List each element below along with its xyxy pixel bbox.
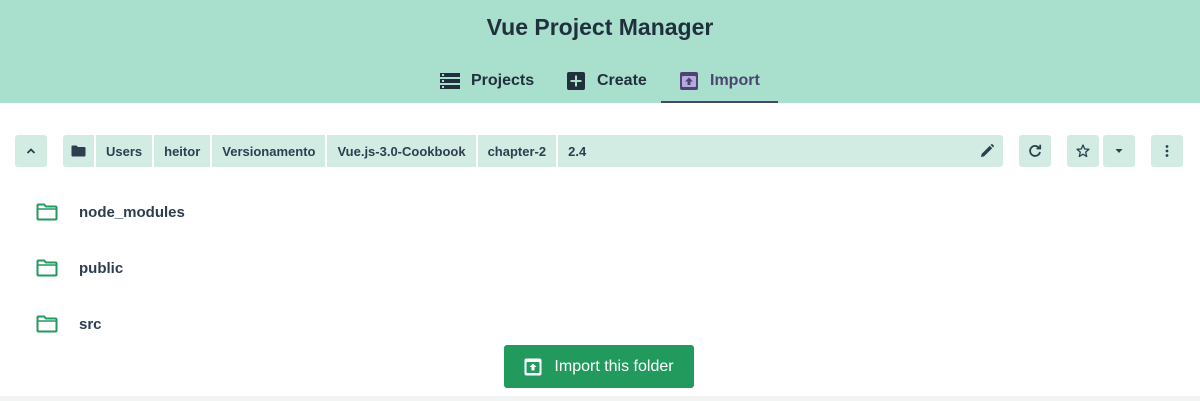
caret-down-icon: [1115, 149, 1123, 153]
breadcrumb-item[interactable]: Vue.js-3.0-Cookbook: [327, 135, 478, 167]
breadcrumb-item[interactable]: Versionamento: [212, 135, 328, 167]
favorites-dropdown-button[interactable]: [1103, 135, 1135, 167]
list-icon: [440, 72, 460, 89]
folder-outline-icon: [36, 315, 58, 333]
refresh-icon: [1029, 144, 1042, 157]
pencil-icon: [981, 144, 994, 157]
star-outline-icon: [1076, 144, 1090, 158]
import-folder-button[interactable]: Import this folder: [504, 345, 694, 388]
tab-import[interactable]: Import: [661, 58, 778, 103]
tab-create-label: Create: [597, 71, 647, 89]
breadcrumb-item-current[interactable]: 2.4: [558, 135, 596, 167]
import-folder-label: Import this folder: [554, 357, 674, 375]
more-options-button[interactable]: [1151, 135, 1183, 167]
file-explorer-toolbar: Users heitor Versionamento Vue.js-3.0-Co…: [0, 135, 1200, 167]
unarchive-icon: [524, 358, 542, 375]
breadcrumb-item[interactable]: chapter-2: [478, 135, 559, 167]
status-bar: [0, 396, 1200, 401]
refresh-button[interactable]: [1019, 135, 1051, 167]
folder-item[interactable]: src: [0, 296, 1200, 352]
chevron-up-icon: [26, 148, 36, 154]
breadcrumb-item[interactable]: Users: [96, 135, 155, 167]
folder-name: src: [79, 315, 102, 333]
tab-bar: Projects Create Import: [0, 58, 1200, 103]
folder-name: public: [79, 259, 124, 277]
tab-import-label: Import: [710, 71, 760, 89]
app-header: Vue Project Manager Projects Create Impo…: [0, 0, 1200, 103]
edit-path-button[interactable]: [977, 141, 997, 161]
parent-folder-button[interactable]: [15, 135, 47, 167]
app-title: Vue Project Manager: [486, 14, 714, 40]
folder-outline-icon: [36, 203, 58, 221]
folder-outline-icon: [36, 259, 58, 277]
tab-create[interactable]: Create: [566, 58, 647, 103]
breadcrumb-root[interactable]: [63, 135, 96, 167]
tab-projects[interactable]: Projects: [440, 58, 534, 103]
folder-item[interactable]: node_modules: [0, 184, 1200, 240]
folder-icon: [71, 145, 86, 157]
path-breadcrumb: Users heitor Versionamento Vue.js-3.0-Co…: [63, 135, 1003, 167]
more-vertical-icon: [1165, 145, 1169, 157]
unarchive-icon: [680, 71, 698, 90]
breadcrumb-item[interactable]: heitor: [154, 135, 213, 167]
folder-name: node_modules: [79, 203, 185, 221]
folder-item[interactable]: public: [0, 240, 1200, 296]
tab-projects-label: Projects: [471, 71, 535, 89]
favorite-button[interactable]: [1067, 135, 1099, 167]
plus-box-icon: [567, 71, 585, 90]
